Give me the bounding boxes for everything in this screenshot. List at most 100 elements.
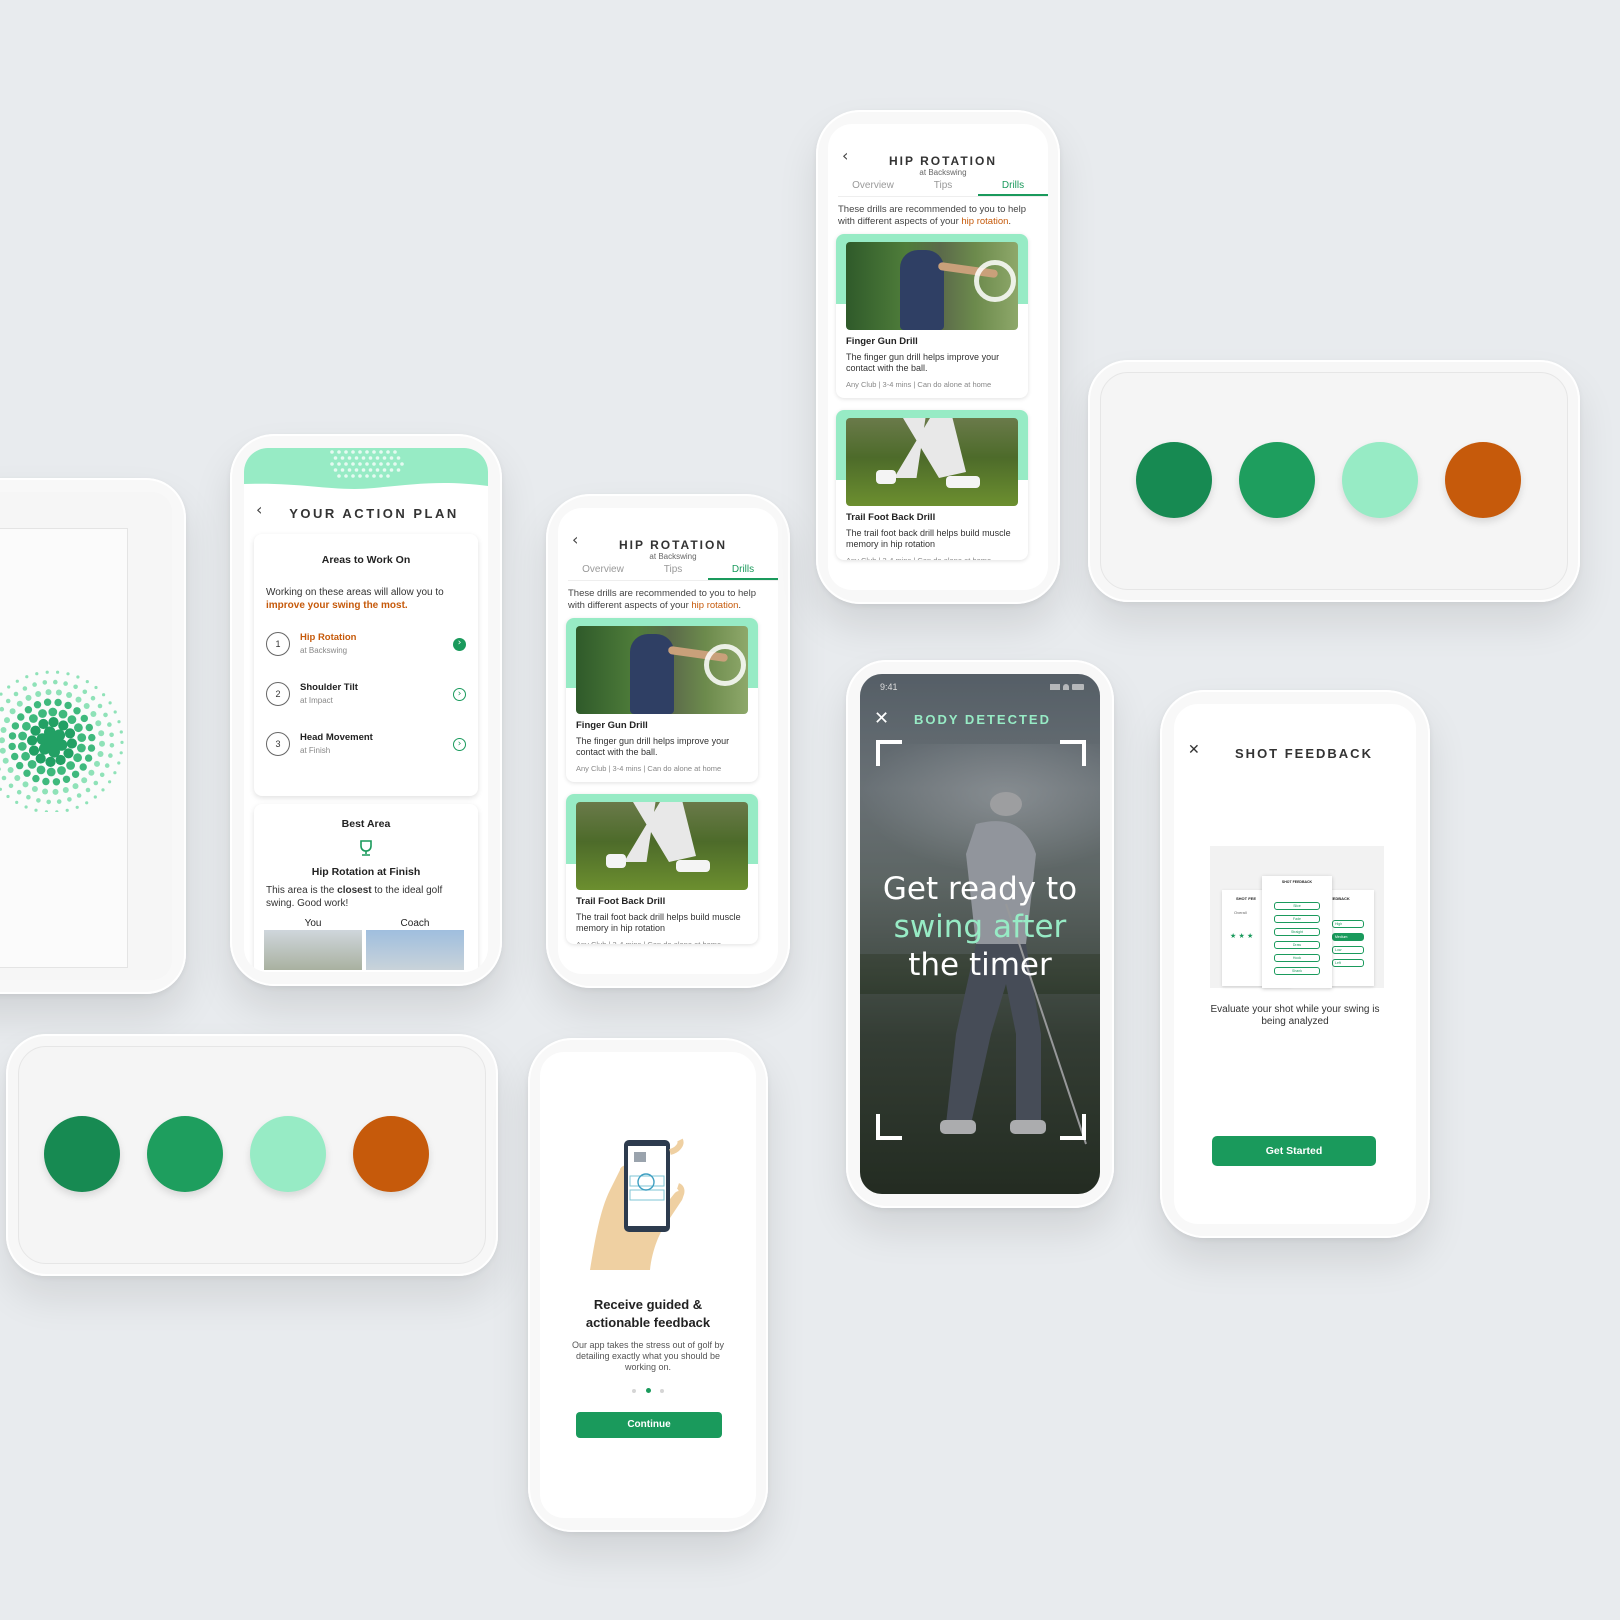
area-item[interactable]: 2 Shoulder Tilt at Impact ›	[264, 678, 468, 712]
logo-hex	[88, 769, 95, 776]
logo-hex	[31, 786, 38, 792]
close-icon[interactable]: ✕	[874, 708, 889, 729]
play-ring-icon[interactable]	[974, 260, 1016, 302]
preview-option: Draw	[1274, 941, 1320, 949]
chevron-right-icon[interactable]: ›	[453, 738, 466, 751]
logo-hex	[7, 767, 14, 773]
logo-hex	[14, 775, 21, 781]
logo-hex	[0, 692, 3, 696]
back-chevron-icon[interactable]: ‹	[256, 500, 262, 519]
battery-icon	[1072, 684, 1084, 690]
logo-hex	[1, 775, 7, 781]
drills-intro: These drills are recommended to you to h…	[568, 588, 768, 612]
back-chevron-icon[interactable]: ‹	[842, 146, 848, 165]
logo-hex	[11, 722, 20, 730]
logo-hex	[53, 729, 66, 741]
header-dot	[386, 462, 390, 466]
preview-front-title: SHOT FEEDBACK	[1281, 880, 1313, 884]
play-ring-icon[interactable]	[704, 644, 746, 686]
logo-hex	[7, 685, 11, 689]
page-dot[interactable]	[632, 1388, 636, 1393]
golfer-legs	[894, 418, 966, 478]
logo-hex	[72, 783, 79, 790]
logo-hex	[73, 707, 81, 715]
page-dot[interactable]	[660, 1388, 664, 1393]
color-swatch	[44, 1116, 120, 1192]
logo-hex	[95, 720, 102, 727]
continue-button[interactable]: Continue	[576, 1412, 722, 1438]
logo-hex	[43, 698, 52, 706]
logo-hex	[15, 800, 19, 804]
onboarding-screen: Receive guided & actionable feedback Our…	[540, 1052, 756, 1518]
header-dot	[386, 450, 390, 454]
logo-hex	[8, 742, 16, 751]
tab-tips[interactable]: Tips	[638, 564, 708, 580]
tab-drills[interactable]: Drills	[978, 180, 1048, 196]
logo-hex	[94, 685, 98, 690]
logo-hex	[66, 738, 77, 749]
logo-hex	[21, 751, 30, 761]
area-item[interactable]: 3 Head Movement at Finish ›	[264, 728, 468, 762]
hip-rotation-phone-a: ‹ HIP ROTATION at Backswing Overview Tips Dri…	[546, 494, 790, 988]
logo-hex	[0, 767, 1, 771]
status-time: 9:41	[880, 682, 898, 692]
tab-drills[interactable]: Drills	[708, 564, 778, 580]
tab-overview[interactable]: Overview	[838, 180, 908, 196]
page-dot-active[interactable]	[645, 1388, 651, 1393]
shot-feedback-phone: ✕ SHOT FEEDBACK SHOT FEE Overall ★ ★ ★ E…	[1160, 690, 1430, 1238]
logo-hex	[48, 707, 58, 717]
drill-card[interactable]: Finger Gun Drill The finger gun drill hel…	[836, 234, 1028, 398]
drill-card[interactable]: Trail Foot Back Drill The trail foot back…	[836, 410, 1028, 560]
drill-meta: Any Club | 3-4 mins | Can do alone at ho…	[846, 556, 991, 560]
logo-hex	[5, 698, 11, 704]
get-started-button[interactable]: Get Started	[1212, 1136, 1376, 1166]
logo-hex	[103, 712, 108, 718]
hip-rotation-screen-b: ‹ HIP ROTATION at Backswing Overview Tips Dri…	[828, 124, 1048, 590]
close-icon[interactable]: ✕	[1188, 742, 1200, 758]
tab-overview[interactable]: Overview	[568, 564, 638, 580]
logo-hex	[6, 794, 10, 799]
drill-name: Trail Foot Back Drill	[846, 512, 936, 523]
frame-corner-br	[1060, 1114, 1086, 1140]
drill-card[interactable]: Trail Foot Back Drill The trail foot back…	[566, 794, 758, 944]
header-dot	[344, 450, 348, 454]
drills-intro: These drills are recommended to you to h…	[838, 204, 1038, 228]
logo-hex	[113, 771, 117, 775]
header-dot	[372, 474, 376, 478]
best-area-text: This area is the closest to the ideal go…	[266, 884, 470, 910]
logo-hex	[45, 689, 52, 696]
chevron-right-icon[interactable]: ›	[453, 638, 466, 651]
preview-option: Straight	[1274, 928, 1320, 936]
logo-hex	[48, 717, 59, 728]
logo-hex	[93, 780, 99, 786]
color-swatch	[1342, 442, 1418, 518]
logo-hex	[4, 717, 10, 724]
drill-card[interactable]: Finger Gun Drill The finger gun drill hel…	[566, 618, 758, 782]
feedback-preview: SHOT FEE Overall ★ ★ ★ EEDBACK High Mediu…	[1210, 846, 1384, 988]
best-heading: Best Area	[341, 818, 391, 830]
header-dot	[382, 456, 387, 460]
area-name: Hip Rotation	[300, 632, 357, 643]
logo-hex	[119, 751, 123, 755]
onboarding-heading-line2: actionable feedback	[585, 1315, 711, 1330]
header-dot	[337, 450, 341, 454]
header-dot	[389, 456, 394, 460]
logo-hex	[0, 706, 5, 712]
logo-hex	[42, 777, 50, 786]
best-text-bold: closest	[337, 885, 372, 896]
logo-hex	[45, 756, 56, 767]
logo-hex	[76, 793, 82, 798]
onboarding-phone: Receive guided & actionable feedback Our…	[528, 1038, 768, 1532]
header-dot	[372, 450, 376, 454]
back-chevron-icon[interactable]: ‹	[572, 530, 578, 549]
page-subtitle: at Backswing	[919, 168, 967, 177]
area-item[interactable]: 1 Hip Rotation at Backswing ›	[264, 628, 468, 662]
tab-tips[interactable]: Tips	[908, 180, 978, 196]
drills-intro-end: .	[1008, 216, 1012, 227]
drills-intro-highlight: hip rotation	[691, 600, 739, 611]
logo-hex	[35, 672, 39, 676]
logo-hex	[102, 693, 106, 697]
color-swatch	[250, 1116, 326, 1192]
logo-hex	[33, 701, 42, 709]
chevron-right-icon[interactable]: ›	[453, 688, 466, 701]
